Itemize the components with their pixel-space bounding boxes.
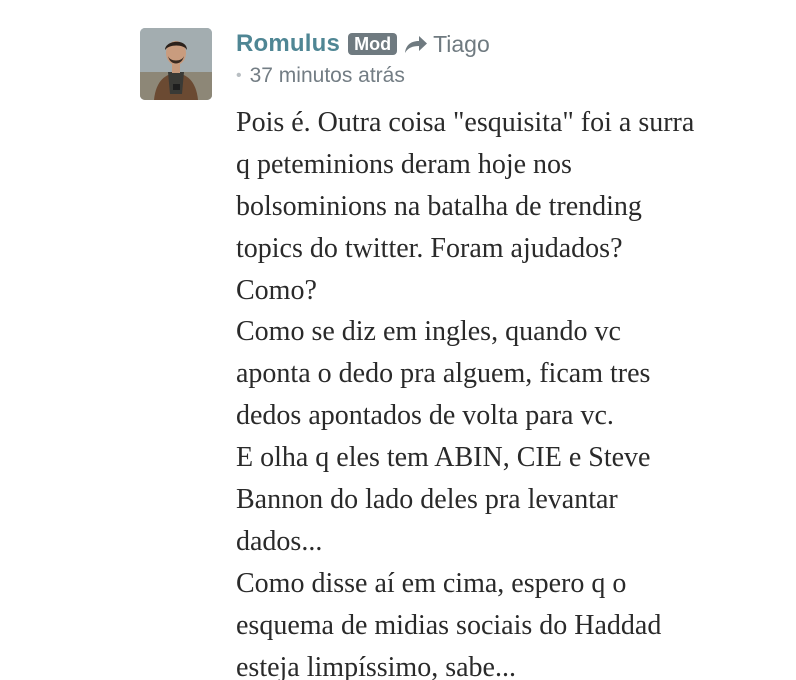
comment-line: Pois é. Outra coisa "esquisita" foi a su…	[236, 107, 695, 138]
author-name[interactable]: Romulus	[236, 30, 340, 58]
comment-line: aponta o dedo pra alguem, ficam tres	[236, 358, 651, 390]
comment: Romulus Mod Tiago • 37 minutos atrás Poi…	[0, 0, 796, 680]
user-avatar-icon	[140, 28, 212, 100]
comment-body: Pois é. Outra coisa "esquisita" foi a su…	[236, 102, 792, 680]
comment-line: q peteminions deram hoje nos	[236, 148, 572, 180]
meta-bullet: •	[236, 67, 242, 84]
comment-line: Como disse aí em cima, espero q o	[236, 567, 627, 599]
comment-header: Romulus Mod Tiago	[236, 28, 490, 60]
comment-line: Como?	[236, 274, 317, 306]
comment-line: esteja limpíssimo, sabe...	[236, 651, 516, 680]
comment-line: esquema de midias sociais do Haddad	[236, 609, 662, 641]
reply-arrow-icon	[403, 33, 429, 55]
comment-line: bolsominions na batalha de trending	[236, 190, 642, 222]
reply-target-name[interactable]: Tiago	[433, 31, 490, 58]
comment-line: Bannon do lado deles pra levantar	[236, 484, 618, 516]
mod-badge: Mod	[348, 33, 398, 55]
comment-line: dados...	[236, 525, 323, 557]
comment-line: E olha q eles tem ABIN, CIE e Steve	[236, 442, 651, 474]
comment-line: topics do twitter. Foram ajudados?	[236, 232, 623, 264]
timestamp[interactable]: 37 minutos atrás	[250, 64, 405, 88]
comment-line: dedos apontados de volta para vc.	[236, 400, 614, 432]
comment-meta: • 37 minutos atrás	[236, 63, 405, 89]
avatar[interactable]	[140, 28, 212, 100]
comment-line: Como se diz em ingles, quando vc	[236, 316, 621, 348]
